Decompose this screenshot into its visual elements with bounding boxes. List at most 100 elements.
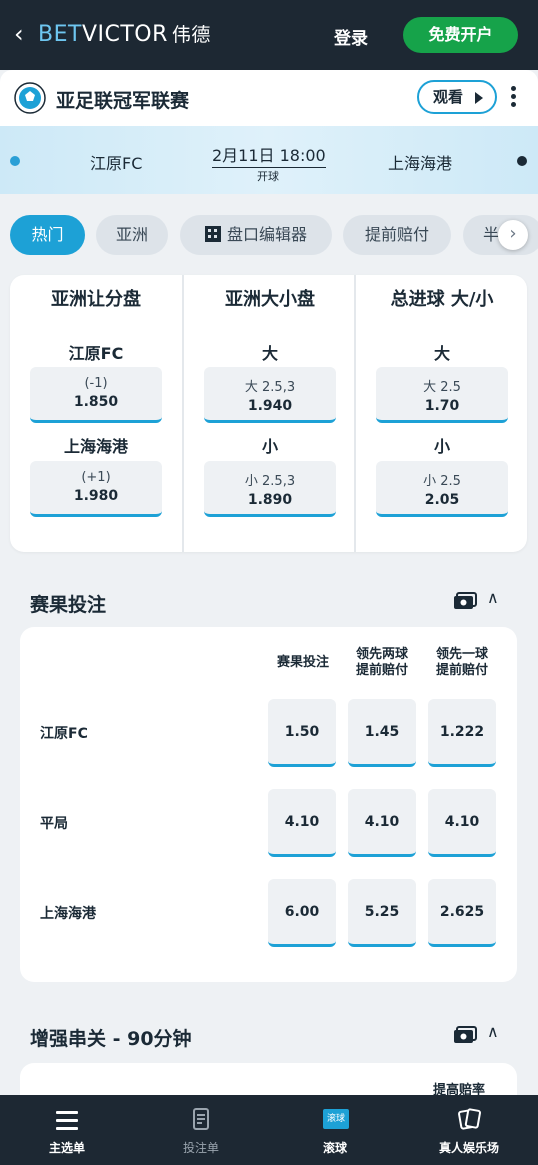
nav-betslip[interactable]: 投注单 <box>134 1095 268 1165</box>
cards-icon <box>458 1108 481 1130</box>
tab-label: 半 <box>483 225 500 244</box>
odds-value: 1.70 <box>424 398 460 414</box>
odds-button[interactable]: 1.45 <box>348 699 416 767</box>
selection-label: 江原FC <box>68 344 124 363</box>
odds-line: (-1) <box>84 376 108 391</box>
home-indicator-dot <box>10 156 20 166</box>
nav-live-casino[interactable]: 真人娱乐场 <box>402 1095 536 1165</box>
odds-button[interactable]: 大 2.5,3 1.940 <box>204 367 336 423</box>
top-header: ‹ BETVICTOR 伟德 登录 免费开户 <box>0 0 538 70</box>
row-label: 平局 <box>40 816 68 832</box>
odds-button[interactable]: 1.50 <box>268 699 336 767</box>
brand-bet: BET <box>38 22 82 47</box>
tab-asian[interactable]: 亚洲 <box>96 215 168 255</box>
selection-label: 上海海港 <box>63 437 128 456</box>
row-label: 江原FC <box>40 726 88 742</box>
match-teams-strip: 江原FC 2月11日 18:00 开球 上海海港 <box>0 126 538 194</box>
away-team: 上海海港 <box>388 154 453 173</box>
odds-value: 1.890 <box>247 492 293 508</box>
brand-cn: 伟德 <box>171 24 211 46</box>
kickoff-label: 开球 <box>257 170 279 183</box>
popular-markets-card: 亚洲让分盘 江原FC (-1) 1.850 上海海港 (+1) 1.980 亚洲大小… <box>10 275 527 552</box>
nav-label: 主选单 <box>48 1141 85 1155</box>
odds-button[interactable]: 4.10 <box>348 789 416 857</box>
brand-victor: VICTOR <box>81 22 168 47</box>
cash-out-icon <box>454 1026 477 1043</box>
match-result-card: 赛果投注 领先两球 提前赔付 领先一球 提前赔付 江原FC 1.50 1.45 1.… <box>20 627 517 982</box>
odds-button[interactable]: 5.25 <box>348 879 416 947</box>
selection-label: 小 <box>433 437 450 456</box>
odds-button[interactable]: 大 2.5 1.70 <box>376 367 508 423</box>
brand-logo[interactable]: BETVICTOR 伟德 <box>38 22 211 48</box>
selection-label: 大 <box>261 344 278 363</box>
section-title-enhanced[interactable]: 增强串关 - 90分钟 <box>30 1024 192 1051</box>
header-line: 提前赔付 <box>435 663 488 678</box>
collapse-chevron-icon[interactable]: ∧ <box>487 588 499 607</box>
odds-button[interactable]: 小 2.5,3 1.890 <box>204 461 336 517</box>
odds-line: 大 2.5 <box>423 380 461 395</box>
odds-button[interactable]: 小 2.5 2.05 <box>376 461 508 517</box>
nav-label: 真人娱乐场 <box>438 1141 499 1155</box>
odds-button[interactable]: 4.10 <box>428 789 496 857</box>
odds-line: 小 2.5 <box>423 474 461 489</box>
login-link[interactable]: 登录 <box>334 24 368 49</box>
odds-line: 大 2.5,3 <box>244 380 296 395</box>
signup-button[interactable]: 免费开户 <box>403 17 518 53</box>
market-title: 总进球 大/小 <box>390 289 494 310</box>
row-label: 上海海港 <box>40 906 96 922</box>
play-icon <box>475 92 483 104</box>
odds-value: 1.980 <box>73 488 119 504</box>
column-header: 赛果投注 <box>263 655 343 671</box>
nav-label: 滚球 <box>322 1141 347 1155</box>
market-asian-total: 亚洲大小盘 大 大 2.5,3 1.940 小 小 2.5,3 1.890 <box>182 275 354 552</box>
tab-label: 提前赔付 <box>364 225 429 244</box>
nav-live[interactable]: 滚球 滚球 <box>268 1095 402 1165</box>
cash-out-icon <box>454 592 477 609</box>
odds-line: (+1) <box>81 470 111 485</box>
column-header: 领先一球 提前赔付 <box>422 647 502 679</box>
section-title-result[interactable]: 赛果投注 <box>30 590 106 617</box>
odds-value: 1.940 <box>247 398 293 414</box>
more-options-icon[interactable] <box>511 86 517 110</box>
collapse-chevron-icon[interactable]: ∧ <box>487 1022 499 1041</box>
odds-button[interactable]: 2.625 <box>428 879 496 947</box>
market-title: 亚洲大小盘 <box>225 289 315 310</box>
away-indicator-dot <box>517 156 527 166</box>
betslip-icon <box>193 1108 209 1130</box>
chevron-right-icon[interactable]: › <box>498 220 528 250</box>
watch-label: 观看 <box>433 88 464 106</box>
tab-popular[interactable]: 热门 <box>10 215 85 255</box>
odds-button[interactable]: (-1) 1.850 <box>30 367 162 423</box>
header-line: 提前赔付 <box>355 663 408 678</box>
league-title: 亚足联冠军联赛 <box>56 90 190 112</box>
market-total-goals: 总进球 大/小 大 大 2.5 1.70 小 小 2.5 2.05 <box>354 275 526 552</box>
tab-label: 盘口编辑器 <box>226 225 307 244</box>
bottom-navigation: 主选单 投注单 滚球 滚球 真人娱乐场 <box>0 1095 538 1165</box>
header-line: 领先两球 <box>355 647 408 662</box>
nav-main-menu[interactable]: 主选单 <box>0 1095 134 1165</box>
odds-button[interactable]: 1.222 <box>428 699 496 767</box>
odds-button[interactable]: 4.10 <box>268 789 336 857</box>
back-icon[interactable]: ‹ <box>14 22 24 46</box>
column-header: 领先两球 提前赔付 <box>342 647 422 679</box>
header-line: 赛果投注 <box>276 655 329 670</box>
odds-button[interactable]: (+1) 1.980 <box>30 461 162 517</box>
home-team: 江原FC <box>90 154 143 173</box>
odds-value: 2.05 <box>424 492 460 508</box>
football-icon <box>14 82 46 114</box>
selection-label: 大 <box>433 344 450 363</box>
grid-icon <box>204 226 221 242</box>
nav-label: 投注单 <box>182 1141 219 1155</box>
selection-label: 小 <box>261 437 278 456</box>
watch-button[interactable]: 观看 <box>417 80 497 114</box>
header-line: 领先一球 <box>435 647 488 662</box>
tab-early-payout[interactable]: 提前赔付 <box>343 215 451 255</box>
market-title: 亚洲让分盘 <box>51 289 141 310</box>
odds-line: 小 2.5,3 <box>244 474 296 489</box>
tab-bet-builder[interactable]: 盘口编辑器 <box>180 215 332 255</box>
menu-icon <box>56 1111 80 1135</box>
odds-button[interactable]: 6.00 <box>268 879 336 947</box>
live-icon: 滚球 <box>323 1109 349 1129</box>
market-tabs: 热门 亚洲 盘口编辑器 提前赔付 半 › <box>0 212 538 258</box>
market-asian-handicap: 亚洲让分盘 江原FC (-1) 1.850 上海海港 (+1) 1.980 <box>10 275 182 552</box>
